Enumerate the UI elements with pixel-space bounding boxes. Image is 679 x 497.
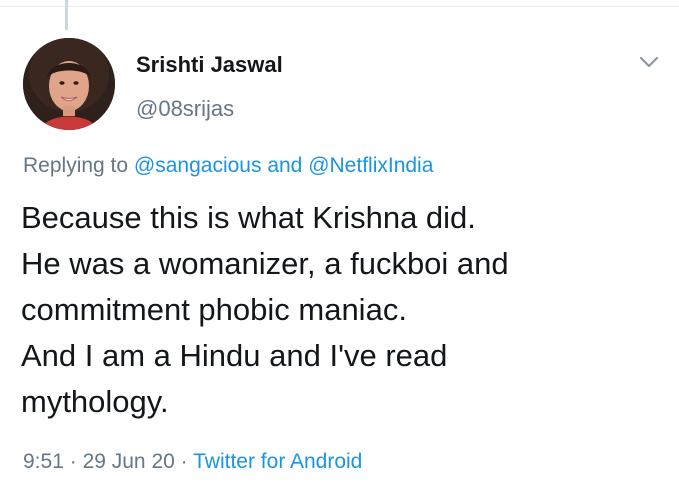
avatar-image [23, 38, 115, 130]
tweet-text-line: And I am a Hindu and I've read [21, 338, 448, 373]
tweet-text-line: commitment phobic maniac. [21, 292, 407, 327]
tweet-text-line: He was a womanizer, a fuckboi and [21, 246, 509, 281]
meta-separator: · [180, 450, 188, 473]
thread-connector-line [65, 0, 68, 30]
tweet-text-line: Because this is what Krishna did. [21, 200, 476, 235]
tweet-card: Srishti Jaswal @08srijas Replying to @sa… [0, 0, 679, 497]
tweet-time[interactable]: 9:51 [23, 450, 64, 473]
tweet-text-line: mythology. [21, 384, 169, 419]
divider [0, 6, 679, 7]
replying-conjunction[interactable]: and [267, 154, 302, 177]
author-handle[interactable]: @08srijas [136, 96, 234, 122]
tweet-source-link[interactable]: Twitter for Android [193, 450, 362, 473]
mention-link-netflixindia[interactable]: @NetflixIndia [308, 154, 433, 177]
replying-prefix: Replying to [23, 154, 129, 177]
mention-link-sangacious[interactable]: @sangacious [134, 154, 262, 177]
chevron-down-icon[interactable] [637, 53, 661, 71]
tweet-date[interactable]: 29 Jun 20 [83, 450, 175, 473]
tweet-meta: 9:51 · 29 Jun 20 · Twitter for Android [23, 450, 362, 474]
author-name[interactable]: Srishti Jaswal [136, 52, 283, 78]
avatar[interactable] [23, 38, 115, 130]
replying-to: Replying to @sangacious and @NetflixIndi… [23, 154, 433, 178]
meta-separator: · [69, 450, 77, 473]
tweet-text: Because this is what Krishna did. He was… [21, 195, 661, 425]
